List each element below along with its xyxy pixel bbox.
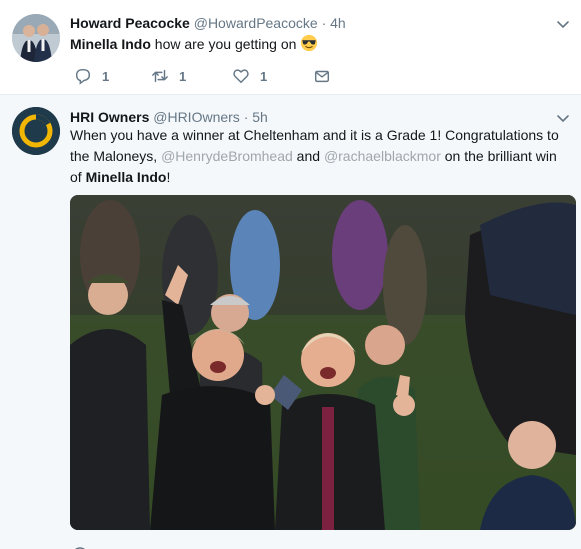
tweet-actions: 1 1 1 [74, 66, 374, 86]
tweet-actions-partial [70, 543, 470, 549]
tweet-text: When you have a winner at Cheltenham and… [70, 125, 570, 188]
display-name[interactable]: HRI Owners [70, 109, 149, 125]
tweet-howard[interactable]: Howard Peacocke @HowardPeacocke · 4h Min… [0, 0, 581, 95]
separator-dot: · [243, 109, 249, 125]
display-name[interactable]: Howard Peacocke [70, 15, 190, 31]
retweet-count: 1 [179, 68, 187, 84]
retweet-icon [152, 69, 168, 83]
like-count: 1 [260, 68, 268, 84]
heart-icon [233, 69, 249, 84]
tweet-text-rest: how are you getting on [150, 36, 301, 52]
reply-count: 1 [102, 68, 110, 84]
like-button[interactable]: 1 [232, 66, 267, 86]
photo-image [70, 195, 576, 530]
avatar[interactable] [12, 14, 60, 62]
tweet-text-bold: Minella Indo [70, 36, 151, 52]
sunglasses-emoji-icon [301, 34, 318, 52]
envelope-icon [314, 70, 330, 83]
tweet-text-bold: Minella Indo [85, 169, 167, 185]
timestamp[interactable]: 4h [330, 15, 346, 31]
reply-icon [75, 68, 91, 85]
mention-link[interactable]: @rachaelblackmor [324, 148, 441, 164]
reply-button[interactable]: 1 [74, 66, 109, 86]
chevron-down-icon[interactable] [555, 16, 571, 32]
separator-dot: · [321, 15, 327, 31]
retweet-button[interactable]: 1 [151, 66, 186, 86]
tweet-text-part: ! [166, 169, 171, 185]
mention-link[interactable]: @HenrydeBromhead [161, 148, 293, 164]
avatar[interactable] [12, 107, 60, 155]
tweet-photo[interactable] [70, 195, 576, 530]
chevron-down-icon[interactable] [555, 110, 571, 126]
tweet-text-part: and [292, 148, 324, 164]
direct-message-button[interactable] [313, 66, 331, 86]
timestamp[interactable]: 5h [252, 109, 268, 125]
tweet-header: HRI Owners @HRIOwners · 5h [70, 108, 268, 126]
tweet-header: Howard Peacocke @HowardPeacocke · 4h [70, 14, 346, 32]
user-handle[interactable]: @HowardPeacocke [194, 15, 318, 31]
tweet-text: Minella Indo how are you getting on [70, 34, 570, 55]
user-handle[interactable]: @HRIOwners [153, 109, 240, 125]
